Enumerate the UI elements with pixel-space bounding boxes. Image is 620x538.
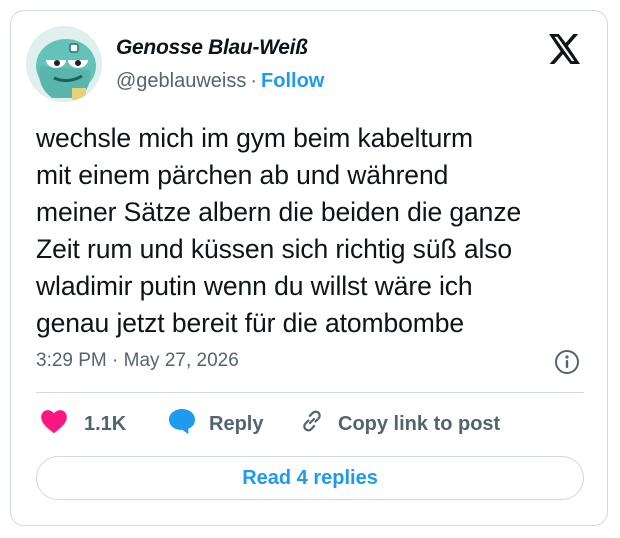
reply-label: Reply xyxy=(209,412,264,435)
reply-button[interactable]: Reply xyxy=(167,406,263,442)
avatar[interactable] xyxy=(26,26,102,102)
follow-link[interactable]: Follow xyxy=(261,70,324,92)
info-icon[interactable] xyxy=(554,349,580,375)
post-actions: 1.1K Reply Copy link to post xyxy=(36,406,584,442)
author-display-name[interactable]: Genosse Blau-Weiß xyxy=(116,36,308,60)
post-date: May 27, 2026 xyxy=(123,350,239,371)
timestamp-separator: · xyxy=(112,350,119,371)
separator-dot: · xyxy=(250,70,258,92)
author-handle[interactable]: @geblauweiss xyxy=(116,70,246,92)
read-replies-button[interactable]: Read 4 replies xyxy=(36,456,584,500)
like-count: 1.1K xyxy=(84,412,127,435)
copy-link-label: Copy link to post xyxy=(338,412,501,435)
post-timestamp[interactable]: 3:29 PM · May 27, 2026 xyxy=(36,350,239,372)
copy-link-button[interactable]: Copy link to post xyxy=(298,406,500,442)
x-logo-icon[interactable] xyxy=(548,34,582,64)
divider xyxy=(36,392,584,393)
post-text: wechsle mich im gym beim kabelturm mit e… xyxy=(36,123,522,338)
avatar-image xyxy=(26,26,102,102)
link-icon xyxy=(298,407,326,441)
post-time: 3:29 PM xyxy=(36,350,107,371)
author-handle-row: @geblauweiss · Follow xyxy=(116,70,324,93)
heart-icon xyxy=(40,408,68,440)
like-button[interactable]: 1.1K xyxy=(40,406,126,442)
speech-bubble-icon xyxy=(167,407,197,441)
read-replies-label: Read 4 replies xyxy=(242,466,378,489)
